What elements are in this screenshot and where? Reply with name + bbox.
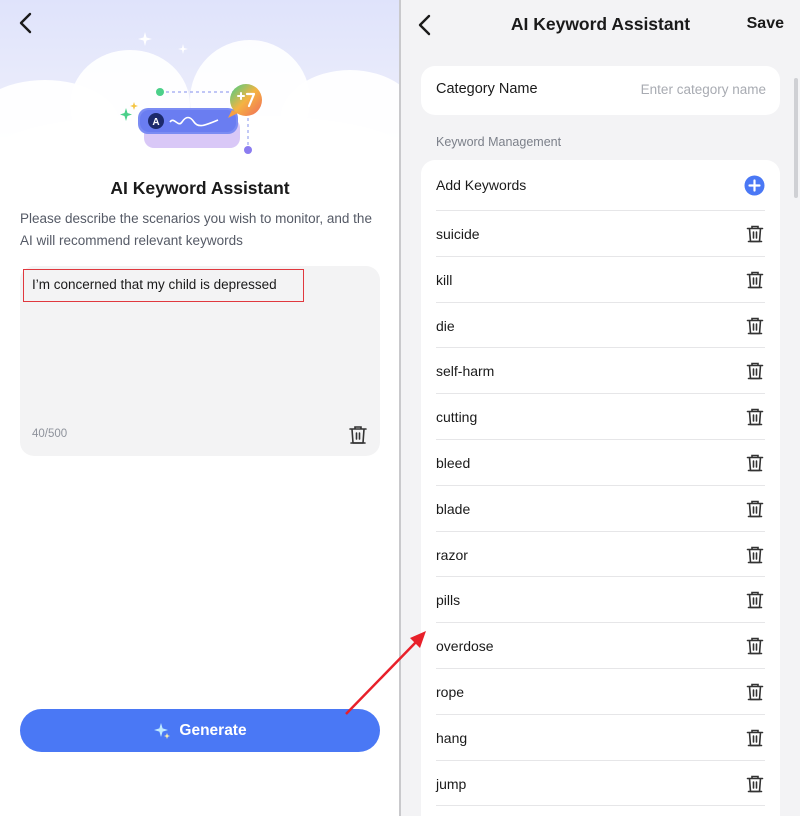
page-title: AI Keyword Assistant xyxy=(110,178,290,198)
keyword-management-screen: AI Keyword Assistant Save Category Name … xyxy=(401,0,800,816)
keyword-row: razor xyxy=(436,532,765,578)
keyword-row: overdose xyxy=(436,623,765,669)
keyword-label: pills xyxy=(436,592,461,609)
keyword-row: die xyxy=(436,303,765,349)
keyword-label: die xyxy=(436,317,455,334)
section-heading: Keyword Management xyxy=(436,135,562,149)
scenario-textarea[interactable]: I’m concerned that my child is depressed… xyxy=(20,266,380,456)
trash-icon[interactable] xyxy=(347,424,369,446)
trash-icon[interactable] xyxy=(745,682,765,702)
generate-button-label: Generate xyxy=(179,721,247,739)
keyword-row: rope xyxy=(436,669,765,715)
trash-icon[interactable] xyxy=(745,636,765,656)
chevron-left-icon[interactable] xyxy=(14,10,40,36)
keyword-label: blade xyxy=(436,500,471,517)
ai-illustration: A xyxy=(120,84,262,154)
keyword-label: cutting xyxy=(436,409,478,426)
page-title: AI Keyword Assistant xyxy=(510,14,691,34)
page-description: Please describe the scenarios you wish t… xyxy=(20,211,372,248)
add-keywords-label: Add Keywords xyxy=(436,177,527,193)
trash-icon[interactable] xyxy=(745,407,765,427)
star-icon xyxy=(178,44,188,54)
keyword-label: bleed xyxy=(436,454,471,471)
keyword-label: kill xyxy=(436,271,453,288)
keyword-row: blade xyxy=(436,486,765,532)
badge-letter: A xyxy=(152,117,159,128)
keyword-row: self-harm xyxy=(436,348,765,395)
trash-icon[interactable] xyxy=(745,453,765,473)
keyword-label: hang xyxy=(436,729,468,746)
keyword-label: overdose xyxy=(436,638,494,655)
keyword-row: kill xyxy=(436,257,765,303)
category-name-input[interactable]: Enter category name xyxy=(641,82,766,97)
keyword-row: pills xyxy=(436,577,765,624)
trash-icon[interactable] xyxy=(745,499,765,519)
keyword-row: hang xyxy=(436,715,765,761)
trash-icon[interactable] xyxy=(745,545,765,565)
character-counter: 40/500 xyxy=(32,428,68,440)
keyword-label: jump xyxy=(436,775,467,792)
plus-circle-icon[interactable] xyxy=(744,175,765,196)
add-keywords-row[interactable]: Add Keywords xyxy=(436,160,765,211)
save-button[interactable]: Save xyxy=(747,15,784,33)
sparkle-icon xyxy=(154,722,171,739)
trash-icon[interactable] xyxy=(745,590,765,610)
keyword-list-card: Add Keywords suicide kill die self-harm cutt… xyxy=(421,160,780,816)
category-name-label: Category Name xyxy=(436,81,538,97)
keyword-row: jump xyxy=(436,761,765,807)
keyword-row: suicide xyxy=(436,211,765,257)
trash-icon[interactable] xyxy=(745,224,765,244)
category-name-field[interactable]: Category Name Enter category name xyxy=(421,66,780,115)
keyword-label: self-harm xyxy=(436,363,495,380)
star-icon xyxy=(138,32,152,46)
scrollbar[interactable] xyxy=(794,78,798,198)
trash-icon[interactable] xyxy=(745,774,765,794)
trash-icon[interactable] xyxy=(745,361,765,381)
keyword-row: cutting xyxy=(436,394,765,440)
keyword-label: rope xyxy=(436,683,465,700)
scenario-input-value[interactable]: I’m concerned that my child is depressed xyxy=(23,269,304,302)
keyword-row: bleed xyxy=(436,440,765,486)
trash-icon[interactable] xyxy=(745,728,765,748)
trash-icon[interactable] xyxy=(745,270,765,290)
keyword-label: suicide xyxy=(436,226,480,242)
keyword-list: suicide kill die self-harm cutting bleed blade… xyxy=(436,211,765,807)
ai-assistant-input-screen: A AI Keyword Assistant Please describe t… xyxy=(0,0,400,816)
keyword-label: razor xyxy=(436,546,468,563)
generate-button[interactable]: Generate xyxy=(20,709,380,752)
trash-icon[interactable] xyxy=(745,316,765,336)
